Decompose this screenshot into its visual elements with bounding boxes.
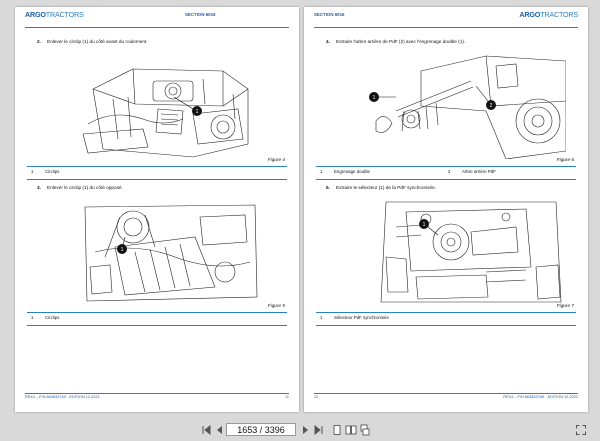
- first-page-icon[interactable]: [200, 424, 212, 436]
- header-rule: [25, 27, 289, 28]
- callout-number: 1: [196, 109, 199, 115]
- step-number: 3.: [37, 185, 41, 190]
- step-number: 2.: [37, 39, 41, 44]
- pto-shaft-drawing: 1 2: [369, 55, 566, 159]
- legend-item: 1 Circlips: [31, 315, 59, 320]
- left-page: ARGOTRACTORS SECTION 6016 2. Enlever le c…: [15, 7, 299, 412]
- last-page-icon[interactable]: [313, 424, 325, 436]
- gearbox-drawing: 1: [84, 204, 258, 302]
- page-number-input[interactable]: 1653 / 3396: [226, 423, 296, 436]
- caption-rule: [27, 312, 287, 313]
- right-page: SECTION 6016 ARGOTRACTORS 4. Extraire l'a…: [304, 7, 588, 412]
- logo-sub: TRACTORS: [45, 10, 84, 19]
- single-page-view-icon[interactable]: [331, 424, 343, 436]
- figure-4-caption: Figure 4: [27, 157, 287, 167]
- legend-rule: [27, 325, 287, 326]
- figure-label: Figure 5: [267, 303, 285, 308]
- legend-rule: [27, 179, 287, 180]
- figure-5-caption: Figure 5: [27, 303, 287, 313]
- figure-label: Figure 6: [556, 157, 574, 162]
- gearbox-drawing: 1: [380, 201, 562, 303]
- figure-7-caption: Figure 7: [316, 303, 576, 313]
- caption-rule: [316, 312, 576, 313]
- figure-6-caption: Figure 6: [316, 157, 576, 167]
- two-page-view-icon[interactable]: [345, 424, 357, 436]
- legend-num: 1: [31, 315, 34, 320]
- footer-rule: [314, 393, 578, 394]
- page-number: 12: [314, 395, 319, 399]
- step-5: 5. Extraire le sélecteur (1) de la PdF sy…: [326, 185, 436, 190]
- legend-num: 1: [320, 315, 323, 320]
- legend-num: 1: [31, 169, 34, 174]
- argo-tractors-logo: ARGOTRACTORS: [519, 10, 578, 19]
- figure-label: Figure 4: [267, 157, 285, 162]
- section-label: SECTION 6016: [185, 12, 216, 17]
- callout-number-1: 1: [373, 95, 376, 101]
- caption-rule: [316, 166, 576, 167]
- next-page-icon[interactable]: [300, 424, 312, 436]
- logo-sub: TRACTORS: [540, 10, 578, 19]
- step-text: Extraire le sélecteur (1) de la PdF sync…: [336, 185, 437, 190]
- page-number: 11: [285, 395, 289, 399]
- legend-item: 1 Circlips: [31, 169, 59, 174]
- figure-4-illustration: 1: [73, 49, 263, 159]
- step-text: Enlever le circlip (1) du côté opposé.: [47, 185, 123, 190]
- step-number: 5.: [326, 185, 330, 190]
- legend-rule: [316, 179, 576, 180]
- argo-tractors-logo: ARGOTRACTORS: [25, 10, 84, 19]
- legend-text: Circlips: [45, 169, 60, 174]
- footer-edition: REX4 – P/N 6638337A9 - EDITION 12-2021: [503, 395, 578, 399]
- legend-text: Arbre arrière PdF: [462, 169, 496, 174]
- figure-5-illustration: 1: [75, 197, 265, 305]
- legend-item: 1 Engrenage double: [320, 169, 370, 174]
- step-number: 4.: [326, 39, 330, 44]
- step-4: 4. Extraire l'arbre arrière de PdF (2) av…: [326, 39, 465, 44]
- logo-main: ARGO: [519, 10, 541, 19]
- legend-num: 1: [320, 169, 323, 174]
- section-label: SECTION 6016: [314, 12, 345, 17]
- callout-number-2: 2: [490, 103, 493, 109]
- figure-7-legend: 1 Sélecteur PdF synchronisée: [316, 315, 576, 326]
- figure-label: Figure 7: [556, 303, 574, 308]
- footer-edition: REX4 – P/N 6638337A9 - EDITION 12-2021: [25, 395, 100, 399]
- step-3: 3. Enlever le circlip (1) du côté opposé.: [37, 185, 123, 190]
- step-2: 2. Enlever le circlip (1) du côté avant d…: [37, 39, 148, 44]
- figure-5-legend: 1 Circlips: [27, 315, 287, 326]
- page-footer: 12 REX4 – P/N 6638337A9 - EDITION 12-202…: [314, 395, 578, 402]
- legend-rule: [316, 325, 576, 326]
- footer-rule: [25, 393, 289, 394]
- viewer-toolbar: 1653 / 3396: [0, 419, 600, 441]
- figure-6-illustration: 1 2: [366, 51, 566, 159]
- callout-number: 1: [121, 247, 124, 253]
- page-footer: REX4 – P/N 6638337A9 - EDITION 12-2021 1…: [25, 395, 289, 402]
- legend-text: Sélecteur PdF synchronisée: [334, 315, 389, 320]
- header-rule: [314, 27, 578, 28]
- step-text: Extraire l'arbre arrière de PdF (2) avec…: [336, 39, 466, 44]
- step-text: Enlever le circlip (1) du côté avant du …: [47, 39, 148, 44]
- legend-item: 2 Arbre arrière PdF: [448, 169, 496, 174]
- legend-text: Engrenage double: [334, 169, 370, 174]
- legend-text: Circlips: [45, 315, 60, 320]
- legend-item: 1 Sélecteur PdF synchronisée: [320, 315, 389, 320]
- figure-6-legend: 1 Engrenage double 2 Arbre arrière PdF: [316, 169, 576, 180]
- logo-main: ARGO: [25, 10, 46, 19]
- caption-rule: [27, 166, 287, 167]
- gearbox-drawing: 1: [82, 68, 249, 158]
- figure-7-illustration: 1: [366, 197, 566, 305]
- callout-number: 1: [423, 222, 426, 228]
- previous-page-icon[interactable]: [213, 424, 225, 436]
- figure-4-legend: 1 Circlips: [27, 169, 287, 180]
- legend-num: 2: [448, 169, 451, 174]
- fullscreen-icon[interactable]: [575, 424, 587, 436]
- continuous-view-icon[interactable]: [359, 424, 371, 436]
